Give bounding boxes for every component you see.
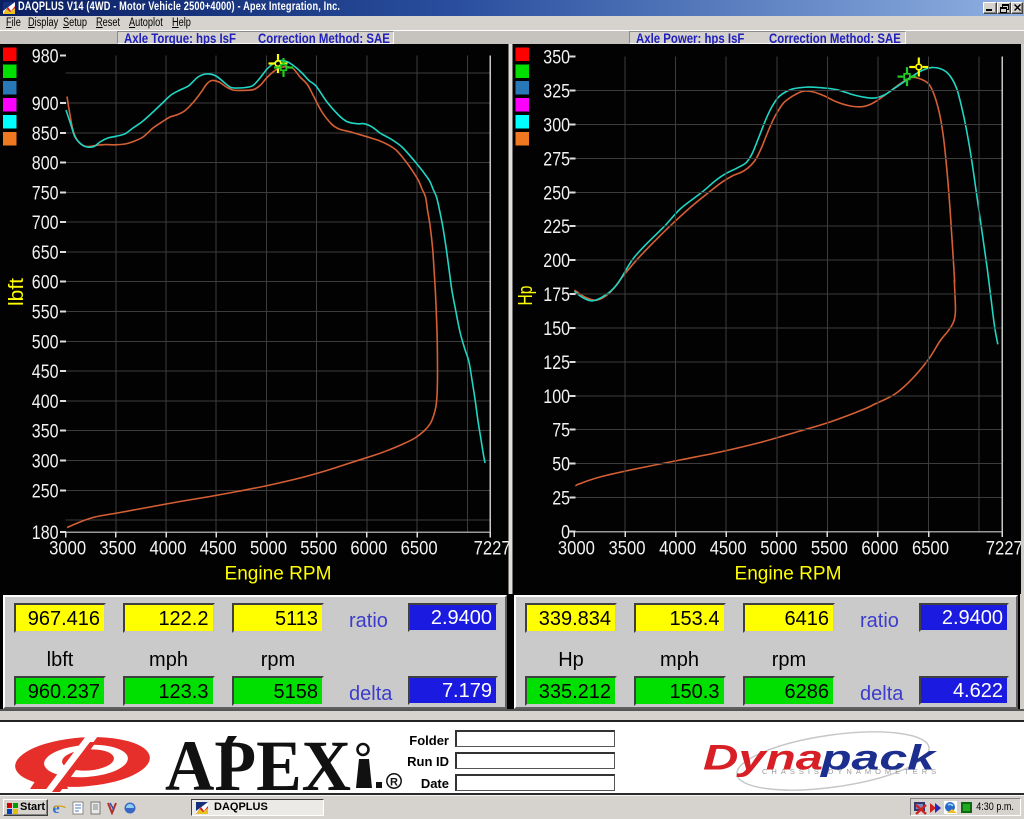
svg-text:lbft: lbft <box>6 278 28 306</box>
svg-text:900: 900 <box>32 93 59 115</box>
svg-text:Engine RPM: Engine RPM <box>735 564 842 585</box>
svg-text:250: 250 <box>543 182 570 204</box>
svg-text:7227: 7227 <box>986 539 1023 560</box>
svg-text:5500: 5500 <box>300 539 337 560</box>
svg-text:275: 275 <box>543 148 570 170</box>
svg-text:4500: 4500 <box>710 539 747 560</box>
svg-text:700: 700 <box>32 212 59 234</box>
svg-text:Engine RPM: Engine RPM <box>225 564 332 585</box>
svg-text:3500: 3500 <box>99 539 136 560</box>
svg-text:175: 175 <box>543 284 570 306</box>
svg-text:650: 650 <box>32 242 59 264</box>
svg-text:5000: 5000 <box>760 539 797 560</box>
svg-text:980: 980 <box>32 45 59 67</box>
svg-text:850: 850 <box>32 123 59 145</box>
svg-text:4000: 4000 <box>659 539 696 560</box>
svg-text:300: 300 <box>543 114 570 136</box>
svg-text:100: 100 <box>543 386 570 408</box>
svg-text:300: 300 <box>32 451 59 473</box>
svg-text:250: 250 <box>32 480 59 502</box>
svg-text:75: 75 <box>552 420 570 442</box>
svg-text:800: 800 <box>32 153 59 175</box>
svg-text:Hp: Hp <box>515 286 537 306</box>
svg-text:25: 25 <box>552 488 570 510</box>
svg-text:500: 500 <box>32 331 59 353</box>
svg-text:400: 400 <box>32 391 59 413</box>
svg-text:7227: 7227 <box>474 539 511 560</box>
svg-text:6000: 6000 <box>350 539 387 560</box>
svg-text:550: 550 <box>32 302 59 324</box>
svg-text:325: 325 <box>543 81 570 103</box>
svg-text:6000: 6000 <box>861 539 898 560</box>
svg-text:50: 50 <box>552 454 570 476</box>
svg-text:6500: 6500 <box>401 539 438 560</box>
svg-text:e: e <box>53 801 60 815</box>
svg-text:4000: 4000 <box>150 539 187 560</box>
svg-text:3000: 3000 <box>558 539 595 560</box>
svg-text:APEX: APEX <box>165 735 351 792</box>
svg-text:pack: pack <box>820 739 938 778</box>
svg-text:750: 750 <box>32 182 59 204</box>
svg-text:3000: 3000 <box>49 539 86 560</box>
svg-text:5500: 5500 <box>811 539 848 560</box>
svg-text:350: 350 <box>543 47 570 69</box>
svg-text:600: 600 <box>32 272 59 294</box>
svg-text:4500: 4500 <box>200 539 237 560</box>
svg-text:150: 150 <box>543 318 570 340</box>
svg-text:Dyna: Dyna <box>703 739 823 778</box>
svg-text:125: 125 <box>543 352 570 374</box>
svg-text:225: 225 <box>543 216 570 238</box>
svg-text:200: 200 <box>543 250 570 272</box>
svg-text:450: 450 <box>32 361 59 383</box>
svg-text:350: 350 <box>32 421 59 443</box>
svg-text:6500: 6500 <box>912 539 949 560</box>
svg-text:3500: 3500 <box>609 539 646 560</box>
svg-text:5000: 5000 <box>250 539 287 560</box>
